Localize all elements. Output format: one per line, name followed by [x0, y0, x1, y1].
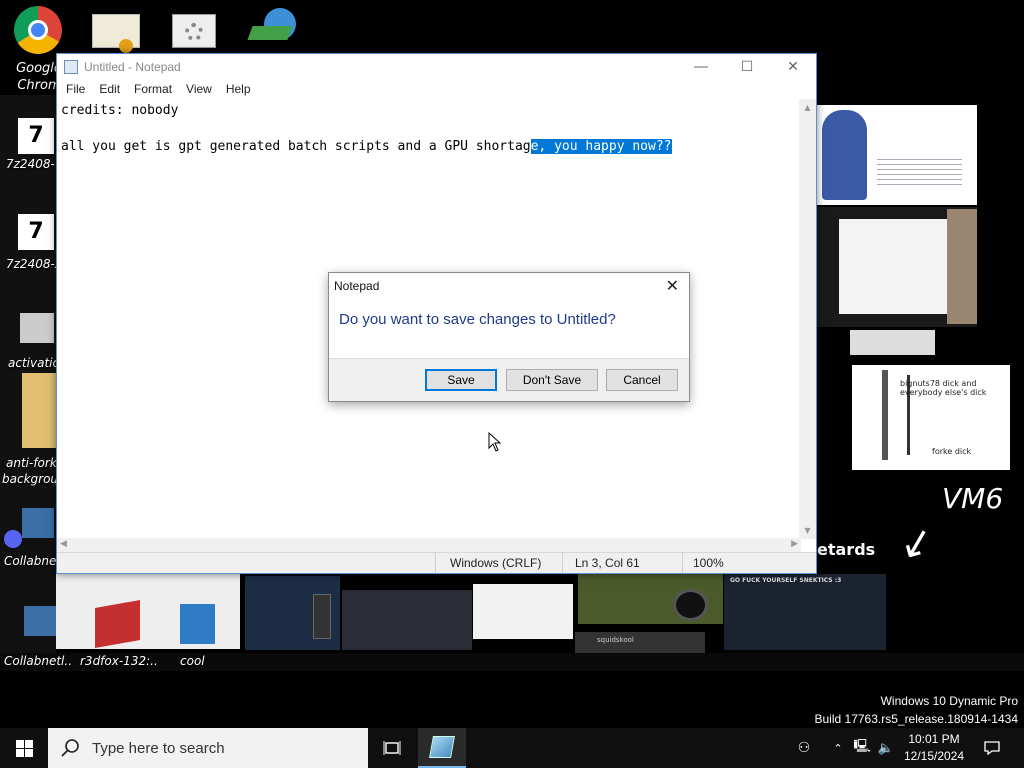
nested-taskbar-item-3: cool: [180, 654, 205, 668]
mouse-cursor-icon: [488, 432, 502, 452]
wallpaper-image-game: [342, 590, 472, 650]
desktop-label-anti-fork: anti-fork: [6, 456, 57, 470]
wallpaper-image-sketch: [817, 207, 977, 327]
desktop-label-collabnet: Collabne: [4, 554, 57, 568]
dialog-question: Do you want to save changes to Untitled?: [339, 311, 616, 328]
status-line-ending: Windows (CRLF): [450, 556, 542, 570]
start-button[interactable]: [0, 728, 48, 768]
wallpaper-image-3d: [40, 574, 240, 649]
close-button[interactable]: ✕: [770, 54, 816, 79]
chrome-icon: [14, 6, 62, 54]
network-computer-icon-2[interactable]: [24, 606, 56, 636]
desktop-label-7z-x: 7z2408-x: [6, 257, 62, 271]
scroll-up-icon[interactable]: ▲: [799, 99, 816, 116]
network-computer-icon[interactable]: [22, 508, 54, 538]
notifications-icon[interactable]: [978, 728, 1006, 768]
wallpaper-image-car: [473, 584, 573, 639]
wallpaper-image-racecar: [578, 574, 723, 624]
search-box[interactable]: Type here to search: [48, 728, 368, 768]
watermark-build: Build 17763.rs5_release.180914-1434: [814, 712, 1019, 726]
system-clock[interactable]: 10:01 PM 12/15/2024: [880, 731, 988, 765]
handwritten-arrow: ↙: [894, 516, 939, 570]
minimize-button[interactable]: ―: [678, 54, 724, 79]
certificate-icon[interactable]: [92, 14, 140, 53]
save-dialog: Notepad ✕ Do you want to save changes to…: [328, 272, 690, 402]
wallpaper-image-drawing: bignuts78 dick and everybody else's dick…: [852, 365, 1010, 470]
settings-panel-icon[interactable]: [172, 14, 216, 48]
desktop-label-7z: 7z2408-: [6, 157, 55, 171]
menu-bar: File Edit Format View Help: [57, 79, 816, 99]
handwritten-vm6: VM6: [942, 482, 1004, 515]
windows-logo-icon: [15, 739, 33, 757]
desktop-label-background: backgrou: [2, 472, 59, 486]
people-icon[interactable]: ⚇: [790, 728, 818, 768]
menu-edit[interactable]: Edit: [92, 82, 127, 96]
status-bar: Windows (CRLF) Ln 3, Col 61 100%: [57, 552, 816, 573]
notepad-taskbar-icon[interactable]: [418, 728, 466, 768]
dialog-button-row: Save Don't Save Cancel: [329, 358, 689, 401]
scroll-left-icon[interactable]: ◀: [60, 539, 67, 549]
wallpaper-image-phone: [245, 576, 340, 650]
menu-format[interactable]: Format: [127, 82, 179, 96]
save-button[interactable]: Save: [425, 369, 497, 391]
wallpaper-image-cartoon: [817, 105, 977, 205]
7zip-icon[interactable]: 7: [18, 118, 54, 154]
notepad-icon: [64, 59, 78, 74]
nested-taskbar: Collabnetl.. r3dfox-132:.. cool: [0, 653, 1024, 671]
scroll-right-icon[interactable]: ▶: [791, 539, 798, 549]
vertical-scrollbar[interactable]: ▲ ▼: [799, 99, 816, 539]
search-icon: [61, 739, 79, 757]
status-cursor-position: Ln 3, Col 61: [575, 556, 640, 570]
show-hidden-icons-icon[interactable]: ⌃: [828, 728, 848, 768]
text-line-1: credits: nobody: [61, 103, 179, 118]
clock-date: 12/15/2024: [903, 749, 965, 763]
dialog-title: Notepad: [334, 279, 380, 293]
desktop-label-activation: activatio: [8, 356, 60, 370]
wallpaper-strip: [850, 330, 935, 355]
notepad-title: Untitled - Notepad: [84, 59, 181, 74]
search-placeholder: Type here to search: [92, 739, 225, 757]
chat-user: squidskool: [597, 636, 634, 644]
nested-taskbar-item-1: Collabnetl..: [4, 654, 73, 668]
chat-heading: GO FUCK YOURSELF SNEKTICS :3: [730, 577, 842, 584]
overlay-text-etards: etards: [817, 540, 876, 559]
cancel-button[interactable]: Cancel: [606, 369, 678, 391]
nested-taskbar-item-2: r3dfox-132:..: [80, 654, 158, 668]
wallpaper-chat-window: GO FUCK YOURSELF SNEKTICS :3: [724, 574, 886, 650]
dialog-close-icon[interactable]: ✕: [666, 276, 679, 295]
maximize-button[interactable]: ☐: [724, 54, 770, 79]
drawing-caption-2: forke dick: [932, 447, 972, 456]
7zip-icon-2[interactable]: 7: [18, 214, 54, 250]
menu-view[interactable]: View: [179, 82, 219, 96]
download-manager-icon[interactable]: [247, 8, 296, 52]
drawing-caption: bignuts78 dick and everybody else's dick: [900, 379, 987, 397]
network-icon[interactable]: 🖳: [852, 728, 872, 768]
text-line-3: all you get is gpt generated batch scrip…: [61, 138, 797, 156]
chrome-shortcut[interactable]: Google Chrom: [14, 6, 64, 93]
watermark-edition: Windows 10 Dynamic Pro: [880, 694, 1018, 708]
discord-icon[interactable]: [4, 530, 22, 548]
text-line-2: [61, 120, 797, 138]
status-zoom: 100%: [693, 556, 724, 570]
menu-file[interactable]: File: [59, 82, 92, 96]
dont-save-button[interactable]: Don't Save: [506, 369, 598, 391]
clock-time: 10:01 PM: [908, 732, 960, 746]
taskbar: Type here to search ⚇ ⌃ 🖳 🔈 10:01 PM 12/…: [0, 728, 1024, 768]
horizontal-scrollbar[interactable]: ◀ ▶: [57, 538, 801, 553]
menu-help[interactable]: Help: [219, 82, 258, 96]
task-view-icon[interactable]: [372, 728, 412, 768]
selected-text: e, you happy now??: [530, 139, 672, 154]
text-line-3-plain: all you get is gpt generated batch scrip…: [61, 139, 531, 154]
scroll-down-icon[interactable]: ▼: [799, 522, 816, 539]
settings-icon[interactable]: [20, 313, 54, 343]
zip-folder-icon[interactable]: [22, 373, 56, 448]
